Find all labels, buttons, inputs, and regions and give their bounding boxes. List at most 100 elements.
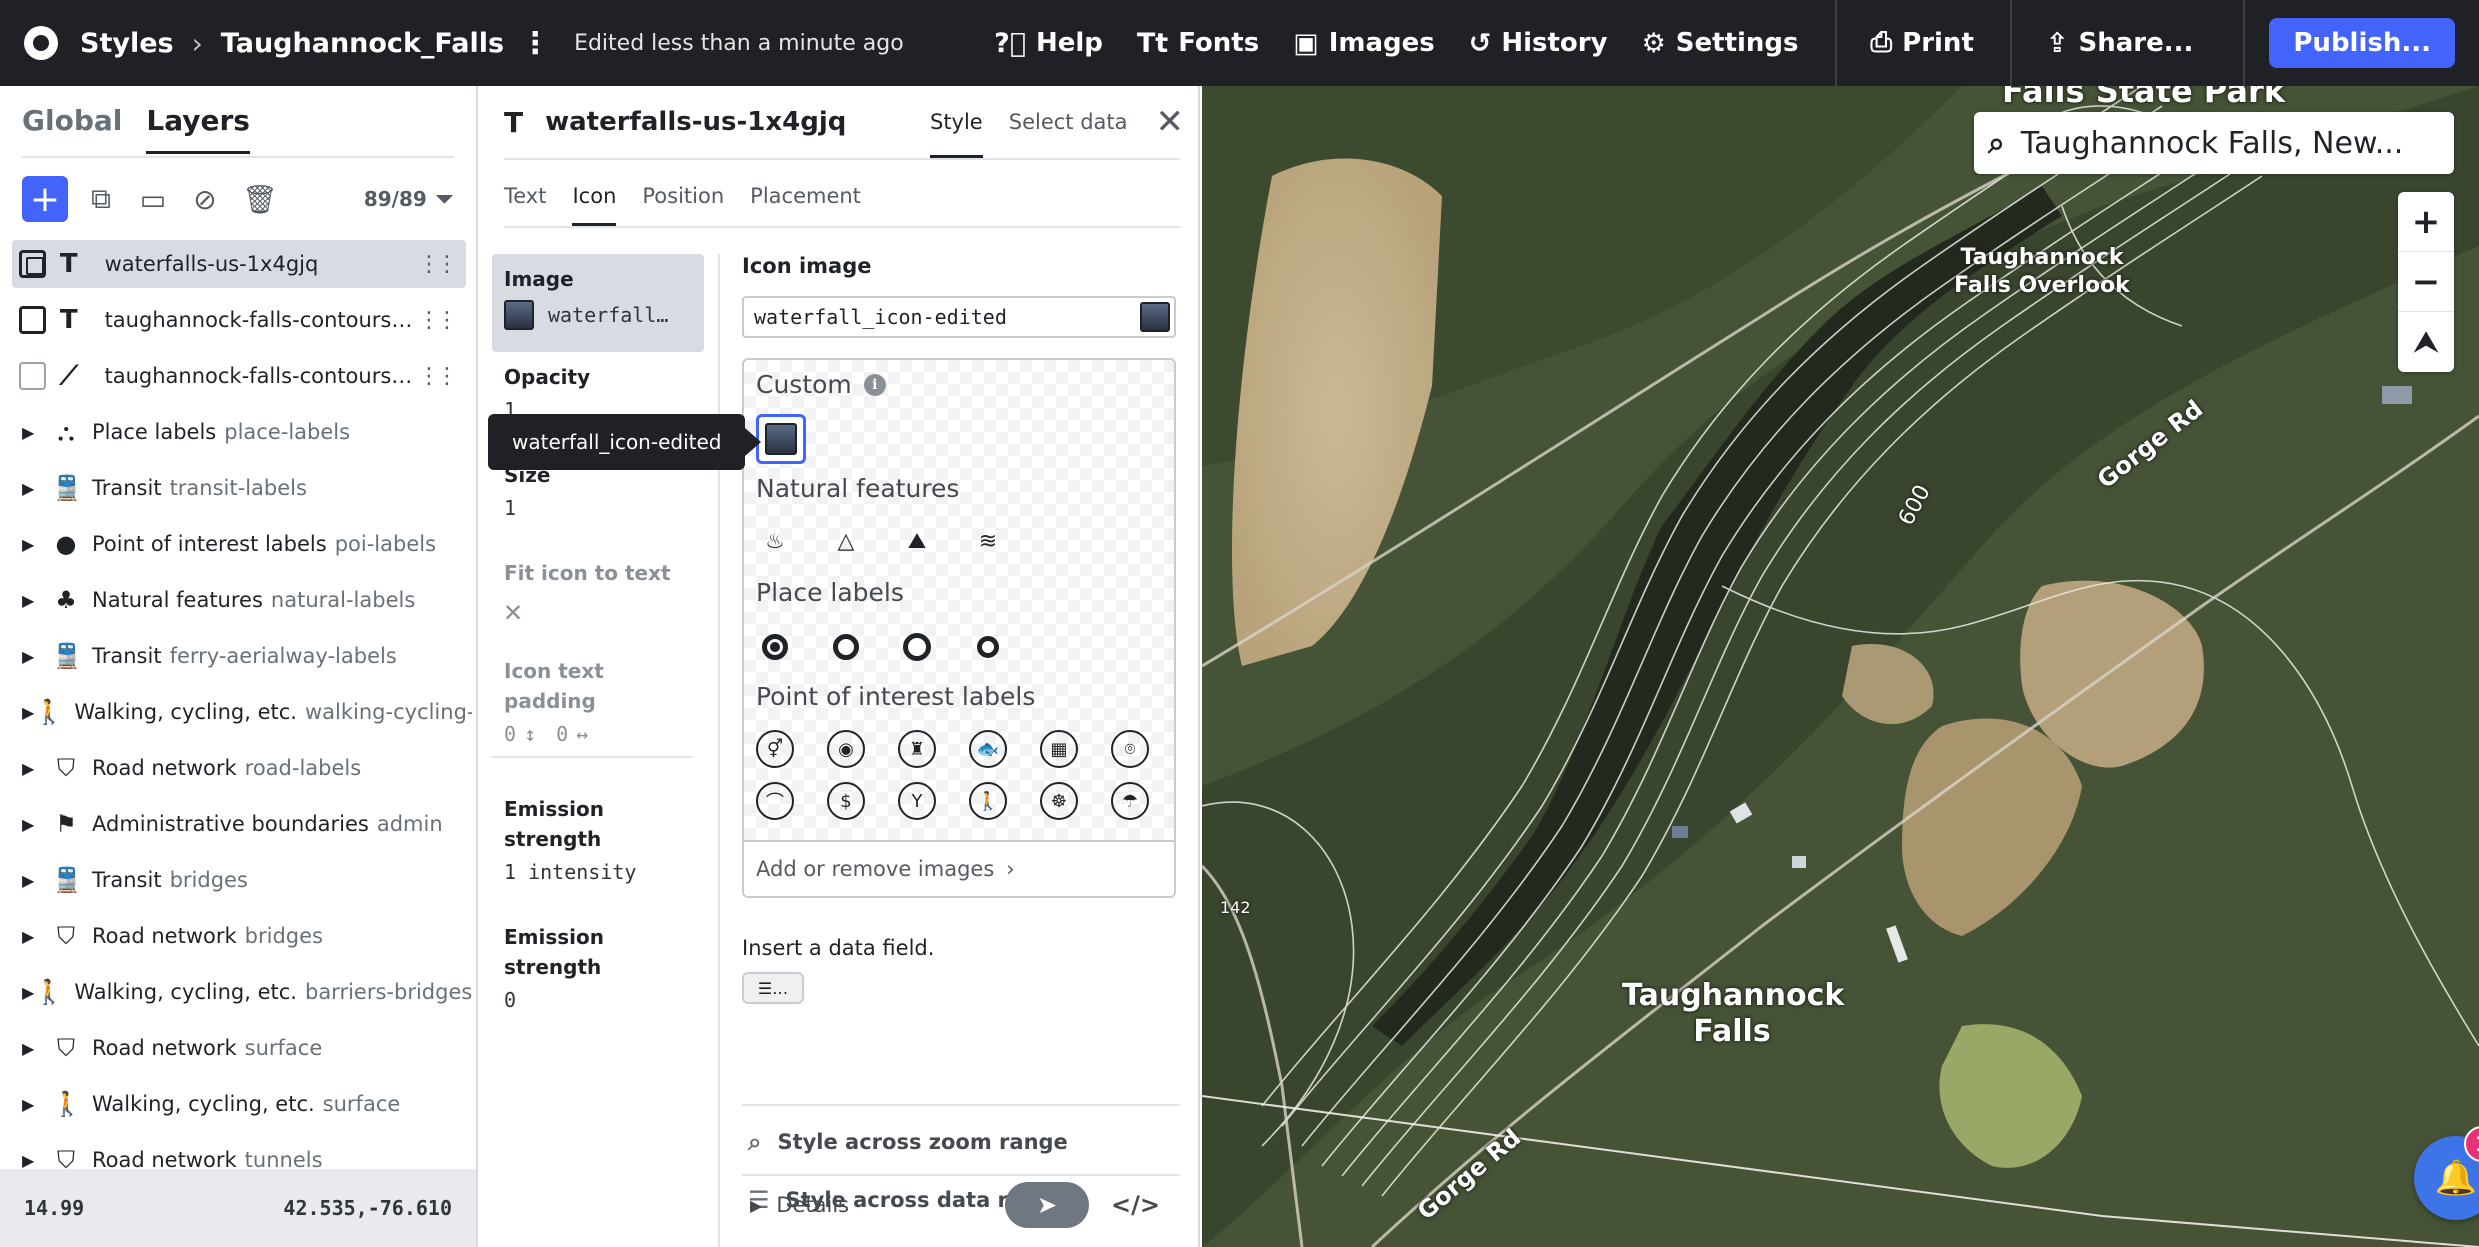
gallery-icon[interactable]: ▦ (1040, 730, 1078, 768)
zoom-in-button[interactable]: + (2398, 192, 2454, 252)
property-emission-strength-1[interactable]: Emission strength 1 intensity (492, 784, 704, 894)
layer-visibility-icon[interactable] (19, 362, 46, 390)
subtab-text[interactable]: Text (504, 178, 546, 226)
aquarium-icon[interactable]: 🐟 (969, 730, 1007, 768)
map-search-input[interactable]: ⌕ Taughannock Falls, New... (1974, 112, 2454, 174)
print-button[interactable]: ⎙ Print (1871, 27, 1974, 59)
property-icon-text-padding[interactable]: Icon text padding 0 ↕ 0 ↔ (492, 646, 704, 756)
capital-dot-icon[interactable] (756, 628, 794, 666)
layer-title[interactable]: waterfalls-us-1x4gjq (545, 107, 846, 137)
city-dot-icon[interactable] (827, 628, 865, 666)
trash-icon[interactable]: 🗑 (242, 183, 278, 216)
subtab-placement[interactable]: Placement (750, 178, 861, 226)
drag-handle-icon[interactable]: ⋮⋮ (418, 364, 458, 389)
custom-waterfall-icon[interactable] (756, 414, 806, 464)
mountain-icon[interactable]: △ (827, 522, 865, 560)
layer-group-road-bridges[interactable]: ▶ ⛉ Road network bridges (22, 912, 472, 960)
tab-global[interactable]: Global (22, 104, 122, 154)
duplicate-icon[interactable]: ⧉ (86, 182, 116, 216)
property-emission-strength-2[interactable]: Emission strength 0 (492, 912, 704, 1022)
map-canvas[interactable]: Falls State Park Taughannock Falls Overl… (1202, 86, 2479, 1247)
layer-group-place-labels[interactable]: ▶ ⛬ Place labels place-labels (22, 408, 472, 456)
fonts-button[interactable]: Tt Fonts (1137, 28, 1259, 59)
hide-icon[interactable]: ⊘ (190, 183, 220, 216)
icon-image-input[interactable]: waterfall_icon-edited (742, 296, 1176, 338)
layer-group-road-labels[interactable]: ▶ ⛉ Road network road-labels (22, 744, 472, 792)
stadium-icon[interactable]: ⌒ (756, 782, 794, 820)
layer-group-poi-labels[interactable]: ▶ ● Point of interest labels poi-labels (22, 520, 472, 568)
tab-layers[interactable]: Layers (146, 104, 250, 154)
expand-caret-icon[interactable]: ▶ (22, 647, 52, 666)
hiking-icon[interactable]: 🚶 (969, 782, 1007, 820)
hot-spring-icon[interactable]: ♨ (756, 522, 794, 560)
expand-caret-icon[interactable]: ▶ (22, 535, 52, 554)
expand-caret-icon[interactable]: ▶ (22, 423, 52, 442)
folder-icon[interactable]: ▭ (138, 183, 168, 216)
layer-visibility-icon[interactable] (19, 250, 46, 278)
layer-item-contours-labels[interactable]: T taughannock-falls-contours-20-cf... ⋮⋮ (12, 296, 466, 344)
expand-caret-icon[interactable]: ▶ (22, 815, 52, 834)
property-fit-icon-to-text[interactable]: Fit icon to text ✕ (492, 548, 704, 639)
add-layer-button[interactable]: + (22, 176, 68, 222)
tab-select-data[interactable]: Select data (1009, 86, 1128, 158)
layer-group-admin[interactable]: ▶ ⚑ Administrative boundaries admin (22, 800, 472, 848)
layer-group-ferry-aerialway-labels[interactable]: ▶ 🚆 Transit ferry-aerialway-labels (22, 632, 472, 680)
settings-button[interactable]: ⚙ Settings (1642, 28, 1799, 59)
code-view-icon[interactable]: </> (1111, 1191, 1160, 1219)
publish-button[interactable]: Publish... (2269, 18, 2455, 68)
subtab-position[interactable]: Position (642, 178, 724, 226)
styles-link[interactable]: Styles (80, 28, 174, 59)
layer-group-transit-labels[interactable]: ▶ 🚆 Transit transit-labels (22, 464, 472, 512)
subtab-icon[interactable]: Icon (572, 178, 617, 226)
add-remove-images-link[interactable]: Add or remove images › (744, 840, 1174, 896)
drag-handle-icon[interactable]: ⋮⋮ (418, 308, 458, 333)
details-toggle[interactable]: Details (776, 1193, 849, 1217)
close-icon[interactable]: ✕ (1156, 102, 1185, 142)
history-button[interactable]: ↺ History (1469, 28, 1608, 59)
layer-group-walking-cycling-labels[interactable]: ▶🚶Walking, cycling, etc.walking-cycling-… (22, 688, 472, 736)
volcano-icon[interactable]: ⛰ (898, 522, 936, 560)
waterfall-icon[interactable]: ≋ (969, 522, 1007, 560)
toilets-icon[interactable]: ⚥ (756, 730, 794, 768)
images-button[interactable]: ▣ Images (1293, 28, 1435, 59)
layer-group-road-surface[interactable]: ▶ ⛉ Road network surface (22, 1024, 472, 1072)
bank-icon[interactable]: $ (827, 782, 865, 820)
amusement-icon[interactable]: ☸ (1040, 782, 1078, 820)
share-button[interactable]: ⇪ Share... (2046, 28, 2194, 59)
inspect-cursor-button[interactable]: ➤ (1005, 1182, 1090, 1228)
expand-caret-icon[interactable]: ▶ (22, 759, 52, 778)
expand-caret-icon[interactable]: ▶ (22, 1095, 52, 1114)
expand-caret-icon[interactable]: ▶ (22, 591, 52, 610)
expand-caret-icon[interactable]: ▶ (22, 1039, 52, 1058)
drag-handle-icon[interactable]: ⋮⋮ (418, 252, 458, 277)
expand-caret-icon[interactable]: ▶ (22, 703, 34, 722)
layer-group-barriers-bridges[interactable]: ▶ 🚶 Walking, cycling, etc. barriers-bridges (22, 968, 472, 1016)
tab-style[interactable]: Style (929, 86, 983, 158)
layer-group-walking-surface[interactable]: ▶ 🚶 Walking, cycling, etc. surface (22, 1080, 472, 1128)
zoom-out-button[interactable]: − (2398, 252, 2454, 312)
beach-icon[interactable]: ☂ (1111, 782, 1149, 820)
village-dot-icon[interactable] (969, 628, 1007, 666)
details-caret-icon[interactable]: ▶ (750, 1196, 762, 1215)
layer-visibility-icon[interactable] (19, 306, 46, 334)
mapbox-logo-icon[interactable] (24, 26, 58, 60)
property-image[interactable]: Image waterfall_icon-edited (492, 254, 704, 352)
info-icon[interactable]: i (863, 373, 886, 396)
bar-icon[interactable]: Y (898, 782, 936, 820)
help-button[interactable]: ?⃝ Help (994, 28, 1103, 59)
expand-caret-icon[interactable]: ▶ (22, 927, 52, 946)
style-name[interactable]: Taughannock_Falls (221, 28, 504, 59)
layer-item-waterfalls[interactable]: T waterfalls-us-1x4gjq ⋮⋮ (12, 240, 466, 288)
layer-group-transit-bridges[interactable]: ▶ 🚆 Transit bridges (22, 856, 472, 904)
monument-icon[interactable]: ♜ (898, 730, 936, 768)
style-across-zoom-range-button[interactable]: ⌕ Style across zoom range (748, 1128, 1068, 1156)
layer-group-natural-labels[interactable]: ▶ ♣ Natural features natural-labels (22, 576, 472, 624)
expand-caret-icon[interactable]: ▶ (22, 983, 34, 1002)
cinema-icon[interactable]: ◉ (827, 730, 865, 768)
expand-caret-icon[interactable]: ▶ (22, 871, 52, 890)
compass-icon[interactable]: ⮝ (2398, 312, 2454, 372)
camera-icon[interactable]: ⌾ (1111, 730, 1149, 768)
town-dot-icon[interactable] (898, 628, 936, 666)
layer-item-contours-lines[interactable]: ⟋ taughannock-falls-contours-20-cf... ⋮⋮ (12, 352, 466, 400)
style-menu-kebab-icon[interactable]: ⋮ (520, 26, 550, 61)
